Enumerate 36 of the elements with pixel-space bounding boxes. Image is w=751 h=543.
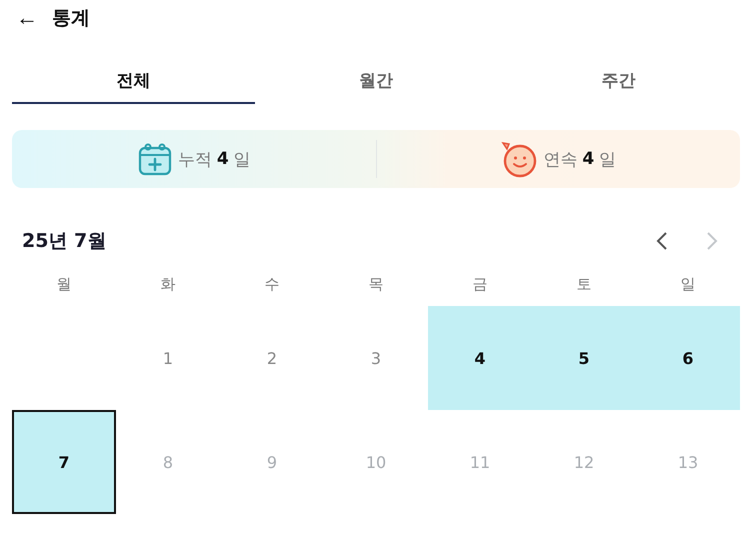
- smiley-icon: [500, 140, 538, 178]
- calendar-day[interactable]: 10: [324, 410, 428, 514]
- chevron-left-icon: [656, 231, 668, 251]
- calendar-day[interactable]: 8: [116, 410, 220, 514]
- month-title: 25년 7월: [22, 229, 106, 254]
- stat-value: 4: [582, 149, 594, 169]
- chevron-right-icon: [706, 231, 718, 251]
- calendar-day[interactable]: 5: [532, 306, 636, 410]
- calendar-day[interactable]: 12: [532, 410, 636, 514]
- stat-label: 연속: [543, 148, 578, 170]
- stat-unit: 일: [599, 148, 616, 170]
- calendar-day[interactable]: 2: [220, 306, 324, 410]
- calendar-day[interactable]: 13: [636, 410, 740, 514]
- stat-label: 누적: [178, 148, 212, 170]
- weekday-label: 목: [368, 274, 384, 294]
- weekday-label: 월: [56, 274, 72, 294]
- weekday-label: 일: [680, 274, 696, 294]
- calendar-day[interactable]: 7: [12, 410, 116, 514]
- weekday-label: 수: [264, 274, 280, 294]
- calendar-plus-icon: [136, 141, 173, 177]
- calendar-day[interactable]: 6: [636, 306, 740, 410]
- back-button[interactable]: ←: [16, 7, 38, 29]
- tab[interactable]: 전체: [12, 58, 255, 104]
- calendar-day[interactable]: 9: [220, 410, 324, 514]
- tab[interactable]: 주간: [497, 58, 740, 104]
- weekday-label: 금: [472, 274, 488, 294]
- calendar-day[interactable]: 11: [428, 410, 532, 514]
- stat-unit: 일: [234, 148, 251, 170]
- tab[interactable]: 월간: [255, 58, 497, 104]
- calendar-day[interactable]: 3: [324, 306, 428, 410]
- calendar-day[interactable]: 1: [116, 306, 220, 410]
- stat-value: 4: [216, 149, 229, 169]
- calendar-day[interactable]: 4: [428, 306, 532, 410]
- page-title: 통계: [52, 6, 90, 31]
- weekday-label: 화: [160, 274, 176, 294]
- weekday-label: 토: [576, 274, 592, 294]
